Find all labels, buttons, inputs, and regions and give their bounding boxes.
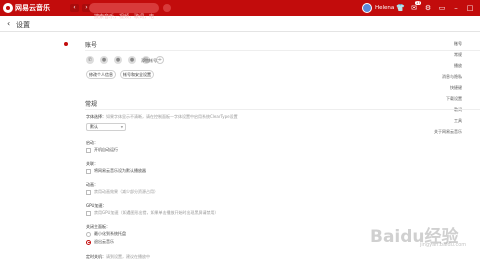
font-select-value: 默认 — [90, 124, 98, 129]
sidebar-item-playback[interactable]: 播放 — [454, 63, 462, 69]
gpu-option[interactable]: 禁用GPU加速（如遇图形出错，如果单击播放开始时出现黑屏请禁用） — [86, 210, 218, 216]
chevron-left-icon[interactable]: ‹ — [70, 4, 79, 12]
sidebar-item-account[interactable]: 账号 — [454, 41, 462, 47]
gpu-option-label: 禁用GPU加速（如遇图形出错，如果单击播放开始时出现黑屏请禁用） — [94, 210, 219, 215]
disable-animation-checkbox[interactable] — [86, 189, 91, 195]
association-option[interactable]: 将网易云音乐设为默认播放器 — [86, 168, 146, 174]
sidebar-item-lyrics[interactable]: 歌词 — [454, 107, 462, 113]
page-title: 设置 — [16, 21, 30, 29]
baidu-watermark-url: jingyan.baidu.com — [420, 242, 467, 248]
avatar[interactable] — [362, 3, 372, 13]
sidebar-item-general[interactable]: 常规 — [454, 52, 462, 58]
mail-icon[interactable]: ✉ 17 — [410, 1, 422, 12]
timed-shutdown-label: 定时关机：请到设置，建议在播放中 — [86, 254, 150, 260]
app-name: 网易云音乐 — [15, 4, 50, 12]
sidebar-item-download[interactable]: 下载设置 — [446, 96, 462, 102]
close-option-1-label: 最小化到系统托盘 — [94, 231, 126, 236]
animation-option-label: 禁用动画效果（减少部分资源占用） — [94, 189, 158, 194]
mini-mode-icon[interactable]: ▭ — [438, 4, 446, 12]
chevron-down-icon: ▼ — [120, 125, 123, 129]
account-security-button[interactable]: 帐号和安全设置 — [120, 70, 154, 79]
app-logo[interactable]: 网易云音乐 — [3, 3, 50, 13]
sidebar-item-about[interactable]: 关于网易云音乐 — [434, 129, 462, 135]
header-divider — [0, 31, 480, 32]
qq-icon[interactable]: ● — [114, 56, 122, 64]
startup-label: 启动： — [86, 140, 98, 145]
wechat-icon[interactable]: ● — [100, 56, 108, 64]
back-button[interactable]: ‹ — [7, 19, 10, 28]
username[interactable]: Helena — [375, 5, 394, 11]
history-nav: ‹ › — [70, 4, 91, 12]
gpu-label: GPU加速： — [86, 203, 107, 208]
font-setting-label: 字体选择：如果字体显示不清晰，请在控制面板—字体设置中启用系统ClearType… — [86, 114, 238, 120]
animation-option[interactable]: 禁用动画效果（减少部分资源占用） — [86, 189, 158, 195]
weibo-icon[interactable]: ● — [128, 56, 136, 64]
search-input[interactable] — [89, 12, 159, 22]
association-option-label: 将网易云音乐设为默认播放器 — [94, 168, 146, 173]
window-controls: 👕 ✉17 ⚙ ▭ – □ ✕ — [396, 1, 480, 12]
font-note: 如果字体显示不清晰，请在控制面板—字体设置中启用系统ClearType设置 — [106, 114, 238, 119]
font-label: 字体选择： — [86, 114, 106, 119]
startup-option-label: 开机自动运行 — [94, 147, 118, 152]
edit-profile-button[interactable]: 修改个人信息 — [86, 70, 116, 79]
user-menu[interactable]: Helena ▼ — [362, 3, 400, 13]
sidebar-item-privacy[interactable]: 消息与隐私 — [442, 74, 462, 80]
close-option-exit[interactable]: 退出云音乐 — [86, 239, 114, 245]
section-divider — [85, 109, 480, 110]
startup-option[interactable]: 开机自动运行 — [86, 147, 118, 153]
minimize-icon[interactable]: – — [452, 4, 460, 12]
disable-gpu-checkbox[interactable] — [86, 210, 91, 216]
association-label: 关联： — [86, 161, 98, 166]
close-option-2-label: 退出云音乐 — [94, 239, 114, 244]
active-indicator — [64, 42, 68, 46]
section-divider — [85, 50, 480, 51]
message-badge: 17 — [415, 1, 422, 5]
close-option-tray[interactable]: 最小化到系统托盘 — [86, 231, 126, 237]
search-box[interactable] — [89, 3, 159, 22]
section-title-account: 账号 — [85, 42, 98, 49]
add-account-label: 添加帐号： — [141, 58, 161, 63]
sidebar-item-shortcuts[interactable]: 快捷键 — [450, 85, 462, 91]
skin-icon[interactable]: 👕 — [396, 4, 405, 12]
startup-checkbox[interactable] — [86, 147, 91, 153]
timed-label: 定时关机： — [86, 254, 106, 259]
gear-icon[interactable]: ⚙ — [424, 4, 432, 12]
default-player-checkbox[interactable] — [86, 168, 91, 174]
animation-label: 动画： — [86, 182, 98, 187]
close-panel-label: 关闭主面板： — [86, 224, 110, 229]
font-select[interactable]: 默认 ▼ — [86, 123, 126, 131]
voice-search-icon[interactable] — [163, 4, 171, 12]
sidebar-item-tools[interactable]: 工具 — [454, 118, 462, 124]
section-title-general: 常规 — [85, 101, 98, 108]
netease-music-logo-icon — [3, 3, 13, 13]
timed-note: 请到设置，建议在播放中 — [106, 254, 150, 259]
exit-app-radio[interactable] — [86, 239, 91, 245]
phone-icon[interactable]: ✆ — [86, 56, 94, 64]
minimize-to-tray-radio[interactable] — [86, 231, 91, 237]
maximize-icon[interactable]: □ — [466, 4, 474, 12]
title-bar: 网易云音乐 ‹ › Helena ▼ 👕 ✉17 ⚙ ▭ – □ ✕ — [0, 0, 480, 22]
